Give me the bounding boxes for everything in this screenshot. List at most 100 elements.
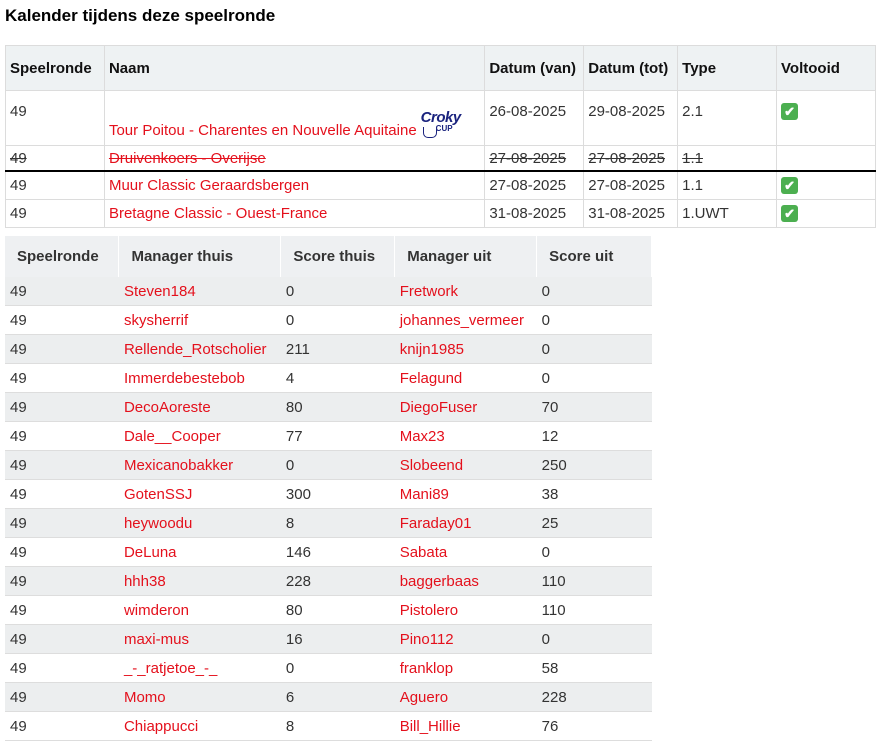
away-manager-link[interactable]: Max23 <box>400 428 445 445</box>
away-manager-link[interactable]: DiegoFuser <box>400 399 478 416</box>
home-manager-cell: Mexicanobakker <box>118 450 281 480</box>
away-manager-cell: Bill_Hillie <box>394 711 537 741</box>
match-row: 49 Steven184 0 Fretwork 0 <box>5 277 652 306</box>
round-cell: 49 <box>5 479 119 509</box>
date-from-cell: 27-08-2025 <box>484 145 585 172</box>
match-row: 49 GotenSSJ 300 Mani89 38 <box>5 479 652 509</box>
col-score-uit[interactable]: Score uit <box>536 236 652 277</box>
home-manager-cell: skysherrif <box>118 305 281 335</box>
away-manager-link[interactable]: Sabata <box>400 544 448 561</box>
race-link[interactable]: Muur Classic Geraardsbergen <box>109 177 309 194</box>
away-manager-link[interactable]: Aguero <box>400 689 448 706</box>
away-manager-link[interactable]: Fretwork <box>400 283 458 300</box>
calendar-table: Speelronde Naam Datum (van) Datum (tot) … <box>5 45 876 228</box>
away-manager-cell: Fretwork <box>394 277 537 306</box>
home-manager-link[interactable]: maxi-mus <box>124 631 189 648</box>
col-manager-uit[interactable]: Manager uit <box>394 236 538 277</box>
away-score-cell: 0 <box>536 624 652 654</box>
away-manager-link[interactable]: Faraday01 <box>400 515 472 532</box>
home-score-cell: 6 <box>280 682 395 712</box>
match-row: 49 maxi-mus 16 Pino112 0 <box>5 624 652 654</box>
type-cell: 2.1 <box>677 90 778 146</box>
home-manager-cell: DeLuna <box>118 537 281 567</box>
date-to-cell: 27-08-2025 <box>583 170 679 200</box>
calendar-header-row: Speelronde Naam Datum (van) Datum (tot) … <box>5 45 876 91</box>
type-cell: 1.1 <box>677 170 778 200</box>
matches-table: Speelronde Manager thuis Score thuis Man… <box>5 236 652 741</box>
away-score-cell: 70 <box>536 392 652 422</box>
away-manager-link[interactable]: baggerbaas <box>400 573 479 590</box>
away-manager-link[interactable]: knijn1985 <box>400 341 464 358</box>
race-link[interactable]: Tour Poitou - Charentes en Nouvelle Aqui… <box>109 122 417 139</box>
calendar-row: 49 Bretagne Classic - Ouest-France 31-08… <box>5 199 876 228</box>
away-score-cell: 0 <box>536 277 652 306</box>
race-name-cell: Druivenkoers - Overijse <box>103 145 486 172</box>
home-manager-link[interactable]: skysherrif <box>124 312 188 329</box>
home-manager-cell: Chiappucci <box>118 711 281 741</box>
home-manager-link[interactable]: DecoAoreste <box>124 399 211 416</box>
away-manager-link[interactable]: johannes_vermeer <box>400 312 524 329</box>
round-cell: 49 <box>5 199 105 228</box>
home-score-cell: 16 <box>280 624 395 654</box>
away-manager-link[interactable]: Felagund <box>400 370 463 387</box>
home-manager-link[interactable]: hhh38 <box>124 573 166 590</box>
col-type[interactable]: Type <box>677 45 778 91</box>
col-datum-van[interactable]: Datum (van) <box>484 45 585 91</box>
home-score-cell: 4 <box>280 363 395 393</box>
away-manager-link[interactable]: Bill_Hillie <box>400 718 461 735</box>
home-score-cell: 211 <box>280 334 395 364</box>
col-datum-tot[interactable]: Datum (tot) <box>583 45 679 91</box>
round-cell: 49 <box>5 334 119 364</box>
home-manager-link[interactable]: Steven184 <box>124 283 196 300</box>
home-manager-link[interactable]: _-_ratjetoe_-_ <box>124 660 217 677</box>
check-icon: ✔ <box>781 103 799 120</box>
home-manager-link[interactable]: wimderon <box>124 602 189 619</box>
done-cell: ✔ <box>776 170 876 200</box>
home-manager-link[interactable]: Momo <box>124 689 166 706</box>
round-cell: 49 <box>5 277 119 306</box>
home-manager-link[interactable]: DeLuna <box>124 544 177 561</box>
date-to-cell: 27-08-2025 <box>583 145 679 172</box>
round-cell: 49 <box>5 450 119 480</box>
away-manager-link[interactable]: Pistolero <box>400 602 458 619</box>
away-score-cell: 0 <box>536 334 652 364</box>
home-manager-cell: Rellende_Rotscholier <box>118 334 281 364</box>
away-manager-link[interactable]: Slobeend <box>400 457 463 474</box>
col-speelronde[interactable]: Speelronde <box>5 236 120 277</box>
date-from-cell: 27-08-2025 <box>484 170 585 200</box>
home-score-cell: 0 <box>280 450 395 480</box>
round-cell: 49 <box>5 90 105 146</box>
race-link[interactable]: Druivenkoers - Overijse <box>109 150 266 167</box>
round-cell: 49 <box>5 711 119 741</box>
away-score-cell: 228 <box>536 682 652 712</box>
home-manager-link[interactable]: heywoodu <box>124 515 192 532</box>
home-manager-link[interactable]: GotenSSJ <box>124 486 192 503</box>
home-manager-link[interactable]: Dale__Cooper <box>124 428 221 445</box>
away-manager-cell: Mani89 <box>394 479 537 509</box>
home-manager-link[interactable]: Mexicanobakker <box>124 457 233 474</box>
away-manager-link[interactable]: Pino112 <box>400 631 454 648</box>
match-row: 49 heywoodu 8 Faraday01 25 <box>5 508 652 538</box>
home-score-cell: 8 <box>280 508 395 538</box>
type-cell: 1.1 <box>677 145 778 172</box>
match-row: 49 Momo 6 Aguero 228 <box>5 682 652 712</box>
col-score-thuis[interactable]: Score thuis <box>280 236 396 277</box>
away-score-cell: 25 <box>536 508 652 538</box>
col-manager-thuis[interactable]: Manager thuis <box>118 236 282 277</box>
home-manager-link[interactable]: Rellende_Rotscholier <box>124 341 267 358</box>
away-manager-link[interactable]: franklop <box>400 660 453 677</box>
away-manager-cell: knijn1985 <box>394 334 537 364</box>
away-manager-cell: Sabata <box>394 537 537 567</box>
home-manager-cell: DecoAoreste <box>118 392 281 422</box>
away-manager-cell: Aguero <box>394 682 537 712</box>
away-manager-link[interactable]: Mani89 <box>400 486 449 503</box>
home-manager-link[interactable]: Chiappucci <box>124 718 198 735</box>
race-link[interactable]: Bretagne Classic - Ouest-France <box>109 205 327 222</box>
check-icon: ✔ <box>781 177 799 194</box>
round-cell: 49 <box>5 653 119 683</box>
col-speelronde[interactable]: Speelronde <box>5 45 105 91</box>
col-voltooid[interactable]: Voltooid <box>776 45 876 91</box>
home-manager-link[interactable]: Immerdebestebob <box>124 370 245 387</box>
round-cell: 49 <box>5 363 119 393</box>
col-naam[interactable]: Naam <box>103 45 486 91</box>
